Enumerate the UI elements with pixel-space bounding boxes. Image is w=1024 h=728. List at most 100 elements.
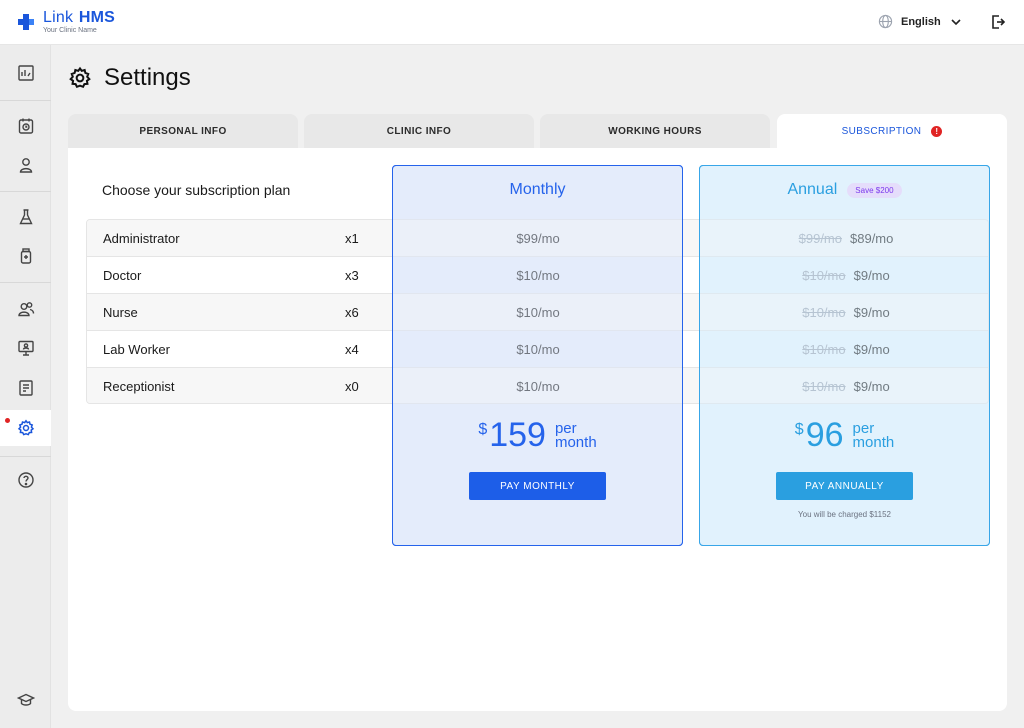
globe-icon [878,14,893,29]
annual-old-price: $99/mo [798,231,842,246]
settings-icon [17,419,34,436]
role-quantity: x0 [345,379,359,394]
tab-clinic-info[interactable]: CLINIC INFO [304,114,534,148]
page-title-text: Settings [104,64,191,91]
app-title-part2: HMS [78,9,115,26]
monthly-price: $99/mo [516,231,560,246]
annual-total: $ 96 per month [699,416,990,454]
monthly-price: $10/mo [516,379,560,394]
role-quantity: x4 [345,342,359,357]
annual-old-price: $10/mo [802,305,846,320]
monthly-total: $ 159 per month [392,416,683,454]
reports-icon [18,380,33,396]
table-row: Lab Worker x4 $10/mo $10/mo $9/mo [87,331,988,368]
sidebar-item-settings[interactable] [0,410,51,446]
staff-icon [17,302,34,317]
annual-new-price: $9/mo [853,342,890,357]
annual-price: $10/mo $9/mo [701,368,988,403]
per-period-label: per month [554,421,597,451]
top-bar: Link HMS Your Clinic Name English [0,0,1024,45]
annual-new-price: $9/mo [853,268,890,283]
sidebar-item-appointments[interactable] [0,108,51,144]
monthly-plan-title: Monthly [392,181,683,199]
role-name: Lab Worker [103,342,170,357]
settings-gear-icon [69,66,91,89]
role-quantity: x6 [345,305,359,320]
monthly-price: $10/mo [516,268,560,283]
clinic-name: Your Clinic Name [43,27,97,34]
sidebar-item-pharmacy[interactable] [0,238,51,274]
tab-personal-info[interactable]: PERSONAL INFO [68,114,298,148]
role-quantity: x1 [345,231,359,246]
chevron-down-icon [951,18,961,25]
subscription-alert-badge: ! [931,125,943,137]
patients-icon [19,158,32,173]
annual-old-price: $10/mo [802,268,846,283]
annual-old-price: $10/mo [802,342,846,357]
monthly-total-amount: 159 [489,416,546,454]
app-logo[interactable]: Link HMS Your Clinic Name [16,10,115,35]
annual-title-text: Annual [787,181,838,198]
annual-new-price: $9/mo [853,379,890,394]
table-row: Nurse x6 $10/mo $10/mo $9/mo [87,294,988,331]
currency-symbol: $ [794,421,804,438]
save-badge: Save $200 [847,182,902,198]
monitor-icon [17,340,34,356]
sidebar-item-staff[interactable] [0,291,51,327]
period-label: month [852,434,895,451]
sidebar-item-dashboard[interactable] [0,55,51,91]
role-name: Nurse [103,305,138,320]
table-row: Doctor x3 $10/mo $10/mo $9/mo [87,257,988,294]
sidebar-item-education[interactable] [0,682,51,718]
annual-price: $10/mo $9/mo [701,257,988,294]
language-label: English [901,15,941,28]
page-title: Settings [68,64,191,92]
monthly-price: $10/mo [516,305,560,320]
annual-new-price: $9/mo [853,305,890,320]
annual-price: $99/mo $89/mo [701,220,988,257]
pricing-table: Administrator x1 $99/mo $99/mo $89/mo Doc… [86,219,989,404]
sidebar-item-monitor[interactable] [0,330,51,366]
app-title-part1: Link [43,9,74,26]
table-row: Administrator x1 $99/mo $99/mo $89/mo [87,220,988,257]
annual-plan-title: Annual Save $200 [699,181,990,199]
role-quantity: x3 [345,268,359,283]
settings-alert-dot [5,418,10,423]
annual-total-amount: 96 [805,416,844,454]
help-icon [17,472,34,488]
tab-label: CLINIC INFO [386,125,452,137]
pharmacy-icon [20,248,31,264]
annual-charge-note: You will be charged $1152 [798,510,891,519]
language-selector[interactable]: English [878,14,962,29]
annual-old-price: $10/mo [802,379,846,394]
monthly-title-text: Monthly [509,181,566,198]
tab-working-hours[interactable]: WORKING HOURS [540,114,770,148]
tab-label: WORKING HOURS [608,125,702,137]
monthly-price: $10/mo [516,342,560,357]
per-period-label: per month [852,421,895,451]
logo-cross-icon [18,14,34,30]
tab-label: PERSONAL INFO [139,125,227,137]
dashboard-icon [17,65,34,81]
currency-symbol: $ [478,421,488,438]
sidebar-item-lab[interactable] [0,199,51,235]
annual-price: $10/mo $9/mo [701,331,988,368]
role-name: Administrator [103,231,180,246]
annual-price: $10/mo $9/mo [701,294,988,331]
education-icon [16,693,35,706]
logout-icon[interactable] [990,14,1006,30]
sidebar [0,45,51,728]
pay-annually-button[interactable]: PAY ANNUALLY [776,472,913,500]
tab-subscription[interactable]: SUBSCRIPTION ! [777,114,1007,148]
sidebar-item-reports[interactable] [0,370,51,406]
sidebar-item-patients[interactable] [0,147,51,183]
table-row: Receptionist x0 $10/mo $10/mo $9/mo [87,368,988,403]
pay-monthly-button[interactable]: PAY MONTHLY [469,472,606,500]
period-label: month [554,434,597,451]
sidebar-item-help[interactable] [0,462,51,498]
tab-label: SUBSCRIPTION [841,125,922,137]
annual-new-price: $89/mo [850,231,894,246]
plan-heading: Choose your subscription plan [102,182,291,198]
appointments-icon [18,118,33,134]
lab-icon [18,209,33,225]
